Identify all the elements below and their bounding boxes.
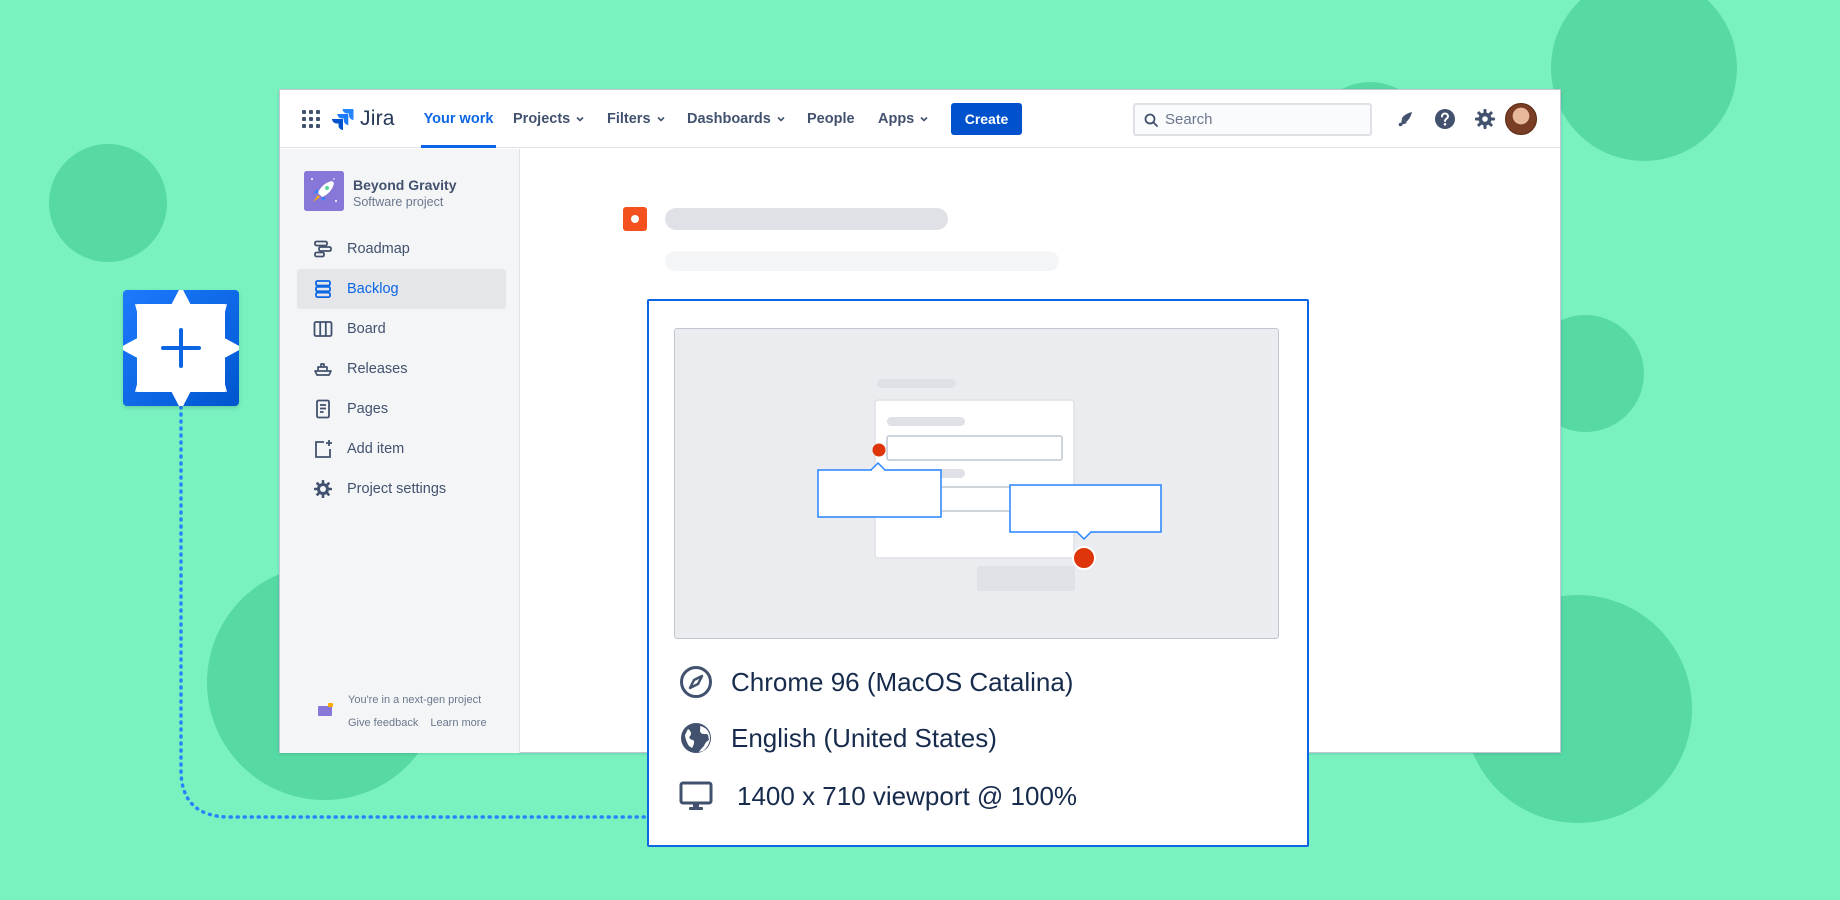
- annotated-form-illustration: [817, 379, 1162, 591]
- sidebar-item-project-settings[interactable]: Project settings: [297, 469, 506, 509]
- sidebar-item-releases[interactable]: Releases: [297, 349, 506, 389]
- nav-projects[interactable]: Projects: [513, 90, 585, 148]
- roadmap-icon: [314, 240, 332, 258]
- nav-apps[interactable]: Apps: [878, 90, 929, 148]
- jira-logo-text: Jira: [360, 107, 395, 130]
- nav-label: Your work: [423, 111, 494, 127]
- sidebar-item-label: Project settings: [347, 481, 447, 497]
- chevron-down-icon: [656, 116, 665, 122]
- sidebar-item-label: Roadmap: [347, 241, 410, 257]
- sidebar-item-label: Add item: [347, 441, 405, 457]
- browser-info: Chrome 96 (MacOS Catalina): [679, 665, 1073, 699]
- nav-label: People: [807, 111, 855, 127]
- add-app-icon[interactable]: [123, 290, 239, 406]
- notifications-icon[interactable]: [1394, 107, 1418, 131]
- viewport-text: 1400 x 710 viewport @ 100%: [737, 780, 1078, 811]
- search-placeholder: Search: [1165, 111, 1213, 128]
- top-navigation: Jira Your work Projects Filters Dashboar…: [280, 90, 1560, 148]
- monitor-icon: [679, 781, 713, 810]
- language-text: English (United States): [731, 722, 997, 753]
- browser-text: Chrome 96 (MacOS Catalina): [731, 666, 1074, 697]
- sidebar-item-label: Pages: [347, 401, 389, 417]
- learn-more-link[interactable]: Learn more: [430, 717, 486, 729]
- create-button[interactable]: Create: [951, 103, 1022, 135]
- footer-links: Give feedback Learn more: [348, 717, 487, 729]
- nav-label: Apps: [878, 111, 915, 127]
- nav-label: Filters: [607, 111, 651, 127]
- sidebar-item-backlog[interactable]: Backlog: [297, 269, 506, 309]
- backlog-icon: [315, 280, 331, 299]
- project-name[interactable]: Beyond Gravity: [353, 177, 456, 193]
- pages-icon: [316, 399, 330, 419]
- settings-gear-icon[interactable]: [1473, 107, 1497, 131]
- language-info: English (United States): [679, 721, 997, 755]
- environment-card: Chrome 96 (MacOS Catalina) English (Unit…: [647, 299, 1309, 847]
- chevron-down-icon: [576, 116, 584, 122]
- project-sidebar: Beyond Gravity Software project Roadmap: [280, 149, 520, 753]
- sidebar-item-label: Releases: [347, 361, 408, 377]
- subtitle-placeholder: [665, 251, 1059, 271]
- nav-dashboards[interactable]: Dashboards: [687, 90, 786, 148]
- app-switcher-icon[interactable]: [302, 110, 320, 128]
- nav-label: Projects: [513, 111, 571, 127]
- nav-people[interactable]: People: [807, 90, 855, 148]
- jira-logo-icon: [332, 109, 354, 130]
- next-gen-icon: [318, 703, 333, 716]
- screenshot-preview: [674, 328, 1279, 639]
- gear-icon: [314, 480, 332, 498]
- jira-logo[interactable]: Jira: [332, 107, 395, 131]
- plus-star-icon: [123, 290, 239, 406]
- chevron-down-icon: [920, 116, 928, 122]
- sidebar-item-label: Board: [347, 321, 386, 337]
- give-feedback-link[interactable]: Give feedback: [348, 717, 418, 729]
- compass-icon: [680, 666, 712, 698]
- next-gen-note: You're in a next-gen project: [348, 694, 482, 706]
- sidebar-item-label: Backlog: [347, 281, 399, 297]
- project-type: Software project: [353, 195, 444, 209]
- releases-icon: [314, 363, 332, 376]
- sidebar-item-pages[interactable]: Pages: [297, 389, 506, 429]
- issue-type-icon: [623, 207, 647, 231]
- chevron-down-icon: [777, 116, 785, 122]
- project-avatar[interactable]: [304, 171, 344, 211]
- globe-icon: [681, 723, 711, 753]
- viewport-info: 1400 x 710 viewport @ 100%: [679, 779, 1077, 813]
- search-icon: [1144, 113, 1158, 127]
- title-placeholder: [665, 208, 948, 230]
- add-item-icon: [315, 440, 332, 458]
- nav-filters[interactable]: Filters: [607, 90, 666, 148]
- sidebar-item-roadmap[interactable]: Roadmap: [297, 229, 506, 269]
- user-avatar[interactable]: [1505, 103, 1537, 135]
- search-input[interactable]: Search: [1133, 103, 1372, 136]
- help-icon[interactable]: [1433, 107, 1457, 131]
- board-icon: [313, 321, 333, 337]
- sidebar-item-board[interactable]: Board: [297, 309, 506, 349]
- nav-label: Dashboards: [687, 111, 771, 127]
- rocket-icon: [304, 171, 344, 211]
- sidebar-item-add-item[interactable]: Add item: [297, 429, 506, 469]
- nav-your-work[interactable]: Your work: [421, 90, 496, 148]
